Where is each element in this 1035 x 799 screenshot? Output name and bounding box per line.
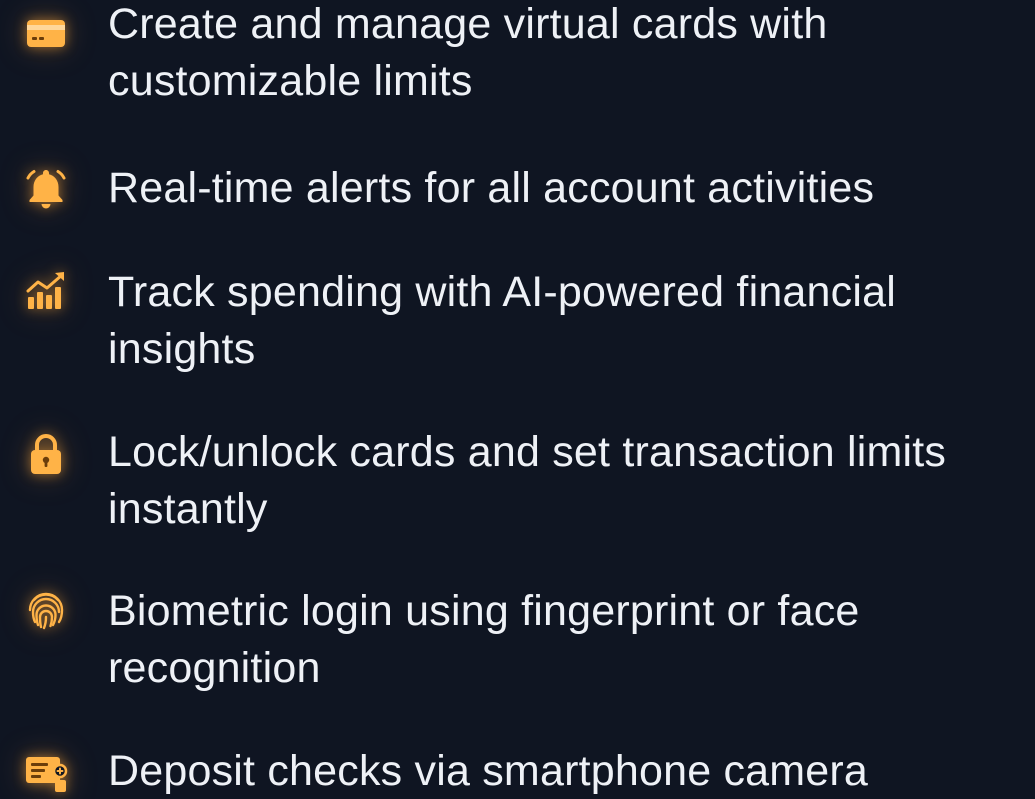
lock-icon [20, 427, 72, 479]
feature-text: Biometric login using fingerprint or fac… [108, 587, 860, 692]
feature-text: Track spending with AI-powered financial… [108, 268, 896, 373]
feature-text: Real-time alerts for all account activit… [108, 164, 875, 212]
feature-text: Deposit checks via smartphone camera [108, 747, 869, 795]
credit-card-icon [20, 7, 72, 59]
check-deposit-icon [20, 745, 72, 797]
growth-chart-icon [20, 265, 72, 317]
feature-list: Create and manage virtual cards with cus… [0, 0, 1035, 799]
fingerprint-icon [20, 584, 72, 636]
bell-icon [20, 162, 72, 214]
feature-text: Create and manage virtual cards with cus… [108, 0, 828, 105]
feature-text: Lock/unlock cards and set transaction li… [108, 428, 947, 533]
